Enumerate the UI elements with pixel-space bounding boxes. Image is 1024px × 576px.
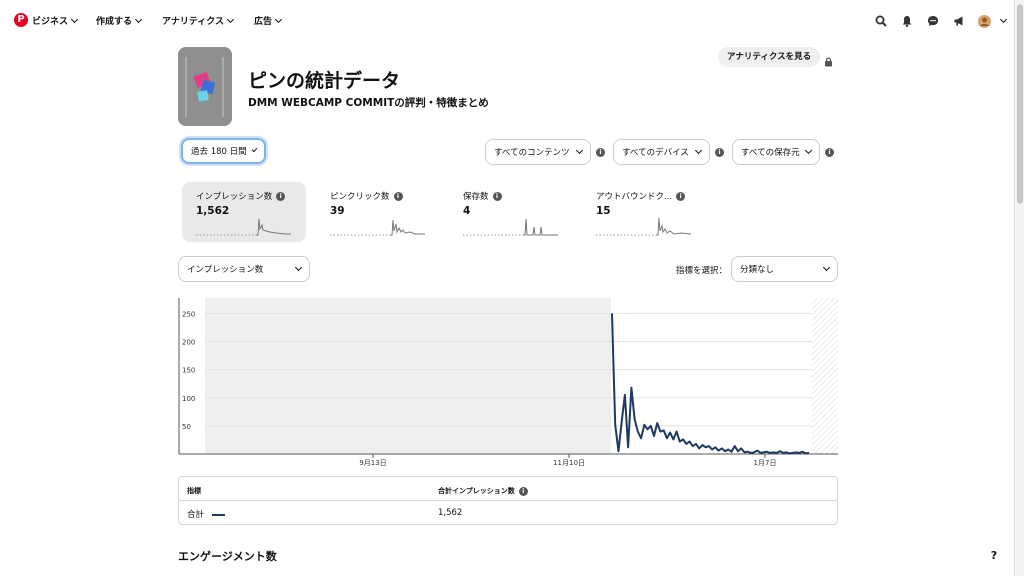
table-header-total: 合計インプレッション数 i — [438, 486, 528, 496]
view-analytics-button[interactable]: アナリティクスを見る — [718, 47, 821, 67]
scrollbar[interactable] — [1014, 0, 1024, 576]
nav-create-label: 作成する — [96, 17, 133, 27]
nav-ads[interactable]: 広告 — [254, 14, 283, 27]
chevron-down-icon — [804, 146, 813, 155]
impressions-line-chart: 50 100 150 200 250 9月13日 11月10日 1月7日 — [178, 298, 838, 467]
chevron-down-icon — [999, 15, 1007, 24]
top-navigation: P ビジネス 作成する アナリティクス 広告 — [0, 0, 1014, 42]
info-icon[interactable]: i — [492, 192, 502, 201]
source-filter-label: すべての保存元 — [741, 148, 800, 158]
scrollbar-thumb[interactable] — [1017, 4, 1023, 204]
nav-analytics-label: アナリティクス — [162, 17, 225, 27]
series-legend-swatch — [212, 513, 226, 516]
metric-tile-outbound-clicks[interactable]: アウトバウンドク... i 15 — [582, 182, 706, 242]
chevron-down-icon — [226, 15, 235, 23]
pinterest-logo-icon[interactable]: P — [14, 13, 28, 27]
info-icon[interactable]: i — [676, 192, 686, 201]
chevron-down-icon — [294, 263, 303, 272]
page-title: ピンの統計データ — [248, 70, 401, 92]
split-label: 指標を選択： — [676, 266, 728, 276]
y-tick-label: 50 — [182, 423, 191, 431]
chevron-down-icon — [134, 15, 143, 23]
metric-tile-pin-clicks[interactable]: ピンクリック数 i 39 — [316, 182, 440, 242]
nav-business[interactable]: ビジネス — [32, 14, 79, 27]
x-tick-label: 11月10日 — [553, 459, 585, 467]
pin-stats-page: P ビジネス 作成する アナリティクス 広告 ピンの統計データ DMM WEBC… — [0, 0, 1014, 576]
y-tick-label: 250 — [182, 310, 195, 318]
nav-business-label: ビジネス — [32, 17, 69, 27]
totals-table: 指標 合計インプレッション数 i 合計 1,562 — [178, 476, 838, 525]
metric-tile-saves[interactable]: 保存数 i 4 — [449, 182, 573, 242]
sparkline — [463, 218, 558, 236]
sparkline — [596, 217, 692, 236]
split-select-label: 分類なし — [740, 265, 775, 275]
help-button[interactable]: ? — [984, 546, 1004, 566]
device-filter-label: すべてのデバイス — [622, 148, 689, 158]
chevron-down-icon — [575, 146, 584, 155]
no-data-region — [205, 298, 611, 454]
table-divider — [179, 500, 837, 501]
x-tick-label: 1月7日 — [754, 459, 777, 467]
chevron-down-icon — [822, 263, 831, 272]
metric-label: ピンクリック数 i — [330, 190, 426, 202]
content-filter-label: すべてのコンテンツ — [494, 148, 570, 158]
info-icon[interactable]: i — [518, 486, 528, 496]
metric-label: アウトバウンドク... i — [596, 190, 692, 202]
nav-create[interactable]: 作成する — [96, 14, 143, 27]
chevron-down-icon — [70, 15, 79, 23]
bell-icon[interactable] — [900, 14, 914, 28]
device-filter-info-icon[interactable]: i — [715, 148, 724, 157]
y-tick-label: 150 — [182, 367, 195, 375]
avatar[interactable] — [977, 14, 991, 28]
date-range-dropdown[interactable]: 過去 180 日間 — [181, 138, 266, 164]
device-filter-dropdown[interactable]: すべてのデバイス — [613, 139, 710, 165]
future-region — [812, 298, 838, 454]
content-filter-dropdown[interactable]: すべてのコンテンツ — [485, 139, 591, 165]
metric-tile-impressions[interactable]: インプレッション数 i 1,562 — [182, 182, 306, 242]
content-filter-info-icon[interactable]: i — [596, 148, 605, 157]
chevron-down-icon — [694, 146, 703, 155]
table-header-metric: 指標 — [187, 487, 201, 495]
info-icon[interactable]: i — [276, 192, 286, 201]
split-select-dropdown[interactable]: 分類なし — [731, 256, 838, 282]
table-row-label: 合計 — [187, 508, 226, 520]
metric-select-label: インプレッション数 — [187, 265, 264, 275]
nav-analytics[interactable]: アナリティクス — [162, 14, 235, 27]
y-tick-label: 200 — [182, 339, 195, 347]
y-tick-label: 100 — [182, 395, 195, 403]
nav-ads-label: 広告 — [254, 17, 273, 27]
pin-subtitle: DMM WEBCAMP COMMITの評判・特徴まとめ — [248, 97, 489, 109]
megaphone-icon[interactable] — [952, 14, 966, 28]
impressions-series-line — [611, 313, 810, 455]
metric-label: インプレッション数 i — [196, 190, 292, 202]
chevron-down-icon — [251, 146, 258, 153]
sparkline — [196, 218, 291, 236]
chat-icon[interactable] — [926, 14, 940, 28]
metric-label: 保存数 i — [463, 190, 559, 202]
date-range-label: 過去 180 日間 — [191, 147, 247, 157]
source-filter-info-icon[interactable]: i — [825, 148, 834, 157]
sparkline — [330, 219, 425, 236]
info-icon[interactable]: i — [393, 192, 403, 201]
x-tick-label: 9月13日 — [359, 459, 386, 467]
section-title-engagement: エンゲージメント数 — [178, 550, 277, 563]
metric-select-dropdown[interactable]: インプレッション数 — [178, 256, 310, 282]
table-row-value: 1,562 — [438, 508, 463, 518]
source-filter-dropdown[interactable]: すべての保存元 — [732, 139, 820, 165]
search-icon[interactable] — [874, 14, 888, 28]
chevron-down-icon — [274, 15, 283, 23]
account-chevron[interactable] — [996, 14, 1010, 28]
pin-thumbnail — [178, 47, 232, 126]
lock-icon — [824, 52, 833, 71]
